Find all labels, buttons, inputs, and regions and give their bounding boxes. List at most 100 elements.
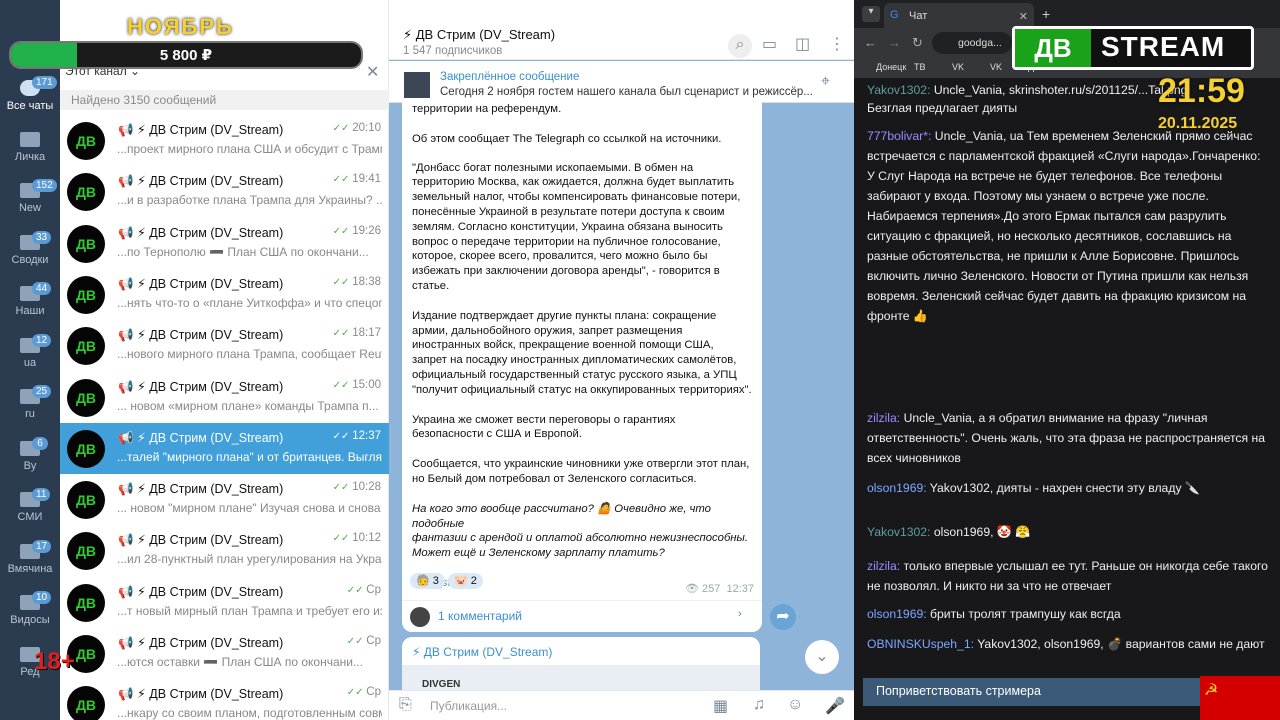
close-icon[interactable]: ✕ xyxy=(366,62,379,82)
channel-avatar: ДВ xyxy=(67,583,105,622)
chat-message: Yakov1302: olson1969, 🤡 😤 xyxy=(867,522,1269,542)
post-commentary: На кого это вообще рассчитано? 🤷 Очевидн… xyxy=(412,502,748,560)
pin-list-icon[interactable]: ⌖ xyxy=(821,73,830,91)
channel-header[interactable]: ⚡ ДВ Стрим (DV_Stream) 1 547 подписчиков… xyxy=(389,0,854,60)
unread-badge: 12 xyxy=(32,333,52,347)
flag-icon: ☭ xyxy=(1200,676,1280,720)
sidebar-item-label: Все чаты xyxy=(6,100,54,112)
comments-bar[interactable]: 1 комментарий › xyxy=(402,600,762,632)
result-time: 15:00 xyxy=(333,379,381,391)
sidebar-toggle-icon[interactable]: ◫ xyxy=(795,34,810,54)
bookmark-item[interactable]: VK xyxy=(990,62,1002,72)
more-icon[interactable]: ⋮ xyxy=(829,34,845,54)
chat-username[interactable]: zilzila: xyxy=(867,411,900,425)
result-preview: ...ются оставки ➖ План США по окончани..… xyxy=(117,655,363,669)
search-result-row[interactable]: ДВ 📢 ⚡ ДВ Стрим (DV_Stream) 10:28 ... новом… xyxy=(60,474,389,525)
sidebar-item-10[interactable]: Видосы 10 xyxy=(0,591,60,626)
sidebar-item-8[interactable]: СМИ 11 xyxy=(0,488,60,523)
back-icon[interactable]: ← xyxy=(864,35,877,50)
unread-badge: 33 xyxy=(32,230,52,244)
tab-chat[interactable]: G Чат ✕ xyxy=(884,3,1034,28)
search-result-row[interactable]: ДВ 📢 ⚡ ДВ Стрим (DV_Stream) 12:37 ...талей … xyxy=(60,422,389,474)
schedule-icon[interactable]: ▦ xyxy=(713,696,728,716)
search-result-row[interactable]: ДВ 📢 ⚡ ДВ Стрим (DV_Stream) 20:10 ...проект… xyxy=(60,115,389,166)
reaction-chip[interactable]: 🧓 3 xyxy=(410,573,445,589)
pinned-message[interactable]: Закреплённое сообщение Сегодня 2 ноября … xyxy=(389,61,854,103)
search-result-row[interactable]: ДВ 📢 ⚡ ДВ Стрим (DV_Stream) 18:38 ...нять ч… xyxy=(60,269,389,320)
search-icon[interactable]: ⌕ xyxy=(728,34,752,58)
search-result-row[interactable]: ДВ 📢 ⚡ ДВ Стрим (DV_Stream) 18:17 ...нового… xyxy=(60,320,389,371)
result-time: Ср xyxy=(347,635,381,647)
sidebar-item-2[interactable]: New 152 xyxy=(0,179,60,214)
age-rating: 18+ xyxy=(34,648,75,675)
bookmark-item[interactable]: Донецк xyxy=(876,62,906,72)
search-result-row[interactable]: ДВ📢 ⚡ ДВ Стрим (DV_Stream)Ср...ются оста… xyxy=(60,628,389,679)
chat-username[interactable]: 777bolivar*: xyxy=(867,129,931,143)
channel-avatar: ДВ xyxy=(67,122,105,160)
bell-icon[interactable]: ♫ xyxy=(753,696,765,714)
pinned-thumbnail xyxy=(404,72,430,98)
search-result-row[interactable]: ДВ 📢 ⚡ ДВ Стрим (DV_Stream) 19:41 ...и в ра… xyxy=(60,166,389,217)
chat-username[interactable]: Yakov1302: xyxy=(867,83,930,97)
microphone-icon[interactable]: 🎤 xyxy=(825,696,845,716)
chat-username[interactable]: olson1969: xyxy=(867,607,927,621)
sidebar-item-5[interactable]: ua 12 xyxy=(0,333,60,369)
sidebar-item-label: Наши xyxy=(15,305,45,317)
url-field[interactable]: goodga... xyxy=(932,32,1012,54)
sidebar-item-0[interactable]: Все чаты 171 xyxy=(0,76,60,112)
result-time: 10:28 xyxy=(333,481,381,493)
sidebar-item-label: Личка xyxy=(14,150,46,163)
subscriber-count: 1 547 подписчиков xyxy=(403,45,503,57)
sidebar-item-3[interactable]: Сводки 33 xyxy=(0,230,60,266)
result-name: 📢 ⚡ ДВ Стрим (DV_Stream) xyxy=(118,328,284,343)
close-tab-icon[interactable]: ✕ xyxy=(1019,10,1028,23)
unread-badge: 171 xyxy=(32,76,57,89)
unread-badge: 6 xyxy=(32,436,48,450)
sidebar-item-4[interactable]: Наши 44 xyxy=(0,282,60,317)
chat-text: Безглая предлагает дияты xyxy=(867,101,1018,115)
sidebar-item-label: ru xyxy=(25,408,35,420)
scroll-down-icon[interactable]: ⌄ xyxy=(805,640,839,674)
channel-avatar: ДВ xyxy=(67,327,105,366)
attach-icon[interactable]: ⎘ xyxy=(399,696,412,714)
unread-badge: 152 xyxy=(32,179,57,192)
site-icon: G xyxy=(890,9,899,21)
result-time: 10:12 xyxy=(333,532,381,544)
search-result-row[interactable]: ДВ 📢 ⚡ ДВ Стрим (DV_Stream) 19:26 ...по Тер… xyxy=(60,218,389,269)
video-chat-icon[interactable]: ▭ xyxy=(762,34,777,54)
reload-icon[interactable]: ↻ xyxy=(912,35,923,51)
logo-right: STREAM xyxy=(1101,31,1226,62)
sidebar-item-9[interactable]: Вмячина 17 xyxy=(0,539,60,575)
chat-message: olson1969: Yakov1302, дияты - нахрен сне… xyxy=(867,478,1269,498)
forward-icon[interactable]: → xyxy=(888,35,901,50)
chat-text: olson1969, 🤡 😤 xyxy=(930,525,1031,539)
reaction-chip[interactable]: 🐷 2 xyxy=(447,573,483,589)
search-result-row[interactable]: ДВ 📢 ⚡ ДВ Стрим (DV_Stream) 15:00 ... новом… xyxy=(60,372,389,423)
result-name: 📢 ⚡ ДВ Стрим (DV_Stream) xyxy=(118,482,284,497)
result-preview: ...нового мирного плана Трампа, сообщает… xyxy=(117,347,382,362)
message-input[interactable]: Публикация... xyxy=(430,699,507,713)
chevron-right-icon: › xyxy=(738,608,742,620)
new-tab-icon[interactable]: + xyxy=(1042,6,1050,22)
bookmark-item[interactable]: ТВ xyxy=(914,62,926,72)
sidebar-item-1[interactable]: Личка xyxy=(0,131,60,163)
chat-username[interactable]: olson1969: xyxy=(867,481,927,495)
result-name: 📢 ⚡ ДВ Стрим (DV_Stream) xyxy=(118,636,284,650)
chat-username[interactable]: OBNINSKUspeh_1: xyxy=(867,637,974,651)
result-name: 📢 ⚡ ДВ Стрим (DV_Stream) xyxy=(118,430,284,445)
emoji-icon[interactable]: ☺ xyxy=(787,696,803,714)
post-paragraph: Об этом сообщает The Telegraph со ссылко… xyxy=(412,132,722,145)
share-icon[interactable]: ➦ xyxy=(770,604,796,630)
tab-list-icon[interactable]: ▾ xyxy=(862,6,880,22)
sidebar-item-7[interactable]: By 6 xyxy=(0,436,60,472)
chat-username[interactable]: zilzila: xyxy=(867,559,900,573)
search-result-row[interactable]: ДВ 📢 ⚡ ДВ Стрим (DV_Stream) Ср ...нкару со … xyxy=(60,679,389,720)
bookmark-item[interactable]: VK xyxy=(952,62,964,72)
search-result-row[interactable]: ДВ 📢 ⚡ ДВ Стрим (DV_Stream) Ср ...т новый м… xyxy=(60,577,389,628)
next-post-title: ⚡ ДВ Стрим (DV_Stream) xyxy=(412,645,553,659)
result-preview: ...ил 28-пунктный план урегулирования на… xyxy=(117,552,382,567)
stream-date: 20.11.2025 xyxy=(1158,115,1238,132)
chat-username[interactable]: Yakov1302: xyxy=(867,525,930,539)
search-result-row[interactable]: ДВ 📢 ⚡ ДВ Стрим (DV_Stream) 10:12 ...ил 28-… xyxy=(60,525,389,576)
sidebar-item-6[interactable]: ru 25 xyxy=(0,385,60,420)
